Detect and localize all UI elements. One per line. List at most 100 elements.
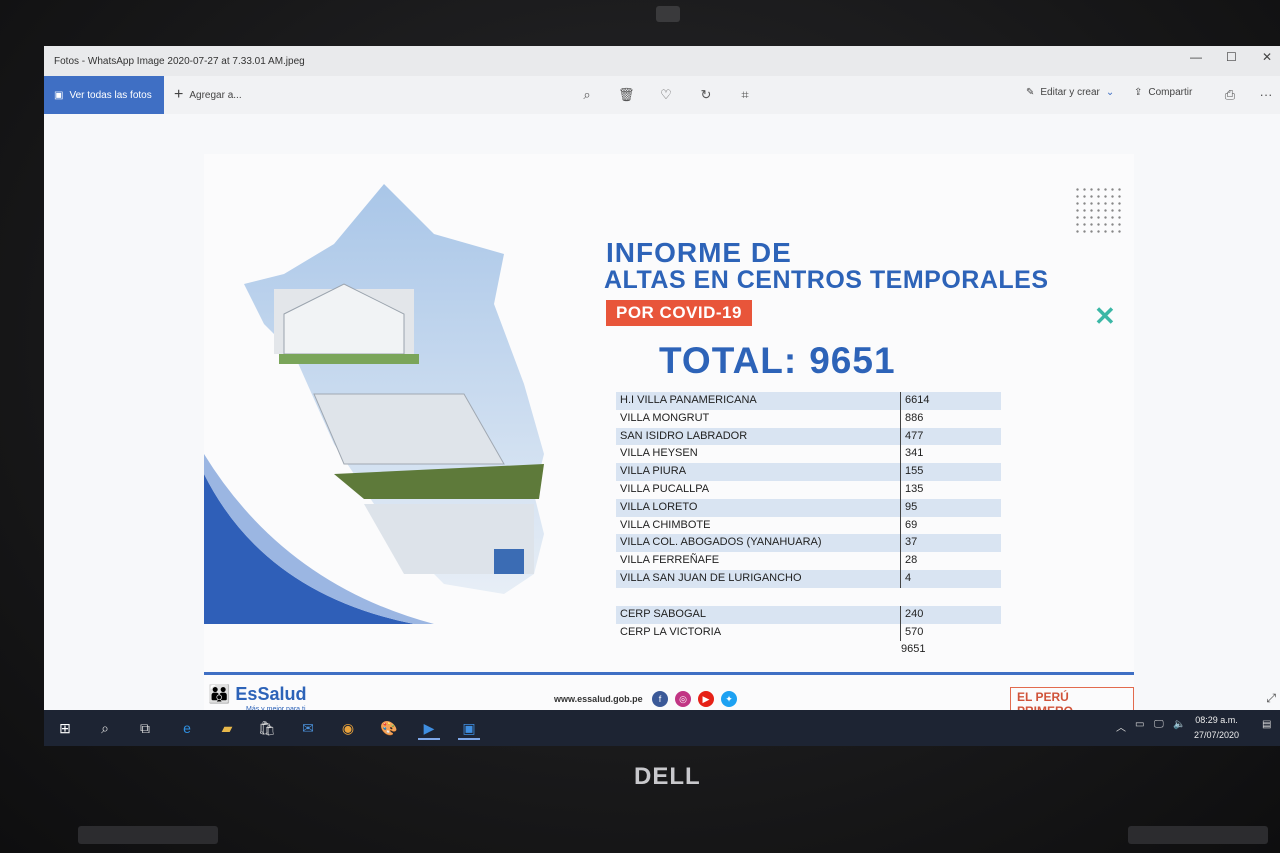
clock-time: 08:29 a.m. bbox=[1195, 715, 1238, 725]
covid-tag: POR COVID-19 bbox=[606, 300, 752, 326]
file-explorer-icon[interactable]: ▰ bbox=[216, 718, 238, 738]
window-title: Fotos - WhatsApp Image 2020-07-27 at 7.3… bbox=[54, 56, 305, 67]
row-value: 886 bbox=[900, 409, 923, 428]
maximize-button[interactable]: ☐ bbox=[1226, 50, 1237, 64]
video-app-icon[interactable]: ▶ bbox=[418, 718, 440, 740]
website: www.essalud.gob.pe bbox=[554, 694, 643, 704]
row-name: VILLA PIURA bbox=[620, 465, 687, 478]
discharges-table: H.I VILLA PANAMERICANA 6614 VILLA MONGRUT… bbox=[616, 392, 1001, 659]
task-view-icon[interactable]: ⧉ bbox=[134, 718, 156, 738]
zoom-icon[interactable]: ⌕ bbox=[579, 87, 595, 103]
view-all-photos-label: Ver todas las fotos bbox=[69, 89, 152, 101]
edit-create-button[interactable]: ✎ Editar y crear ⌄ bbox=[1026, 87, 1114, 98]
table-sum: 9651 bbox=[901, 643, 926, 656]
print-icon[interactable]: ⎙ bbox=[1222, 87, 1238, 103]
row-value: 28 bbox=[900, 552, 917, 570]
edit-icon: ✎ bbox=[1026, 87, 1035, 98]
table-sum-row: 9651 bbox=[616, 641, 1001, 659]
row-value: 135 bbox=[900, 480, 923, 499]
table-row: VILLA CHIMBOTE 69 bbox=[616, 516, 1001, 535]
row-name: VILLA COL. ABOGADOS (YANAHUARA) bbox=[620, 536, 822, 549]
row-name: SAN ISIDRO LABRADOR bbox=[620, 429, 748, 442]
table-row: VILLA MONGRUT 886 bbox=[616, 409, 1001, 428]
total-value: 9651 bbox=[809, 340, 896, 381]
close-button[interactable]: ✕ bbox=[1262, 50, 1272, 64]
row-value: 155 bbox=[900, 463, 923, 481]
instagram-icon: ◎ bbox=[675, 691, 691, 707]
view-all-photos-button[interactable]: ▣ Ver todas las fotos bbox=[44, 76, 164, 114]
windows-start-icon[interactable]: ⊞ bbox=[54, 718, 76, 738]
dell-logo: DELL bbox=[634, 763, 701, 790]
photos-icon: ▣ bbox=[54, 89, 64, 101]
table-row: CERP LA VICTORIA 570 bbox=[616, 623, 1001, 642]
decorative-cross-icon: ✕ bbox=[1094, 301, 1116, 331]
screen: Fotos - WhatsApp Image 2020-07-27 at 7.3… bbox=[44, 46, 1280, 746]
minimize-button[interactable]: — bbox=[1190, 50, 1202, 64]
total: TOTAL: 9651 bbox=[659, 340, 896, 382]
decorative-dots bbox=[1074, 186, 1124, 236]
table-row: VILLA SAN JUAN DE LURIGANCHO 4 bbox=[616, 569, 1001, 588]
row-value: 69 bbox=[900, 516, 917, 535]
row-name: VILLA CHIMBOTE bbox=[620, 518, 711, 531]
row-name: VILLA FERREÑAFE bbox=[620, 554, 720, 567]
hinge-left bbox=[78, 826, 218, 844]
search-icon[interactable]: ⌕ bbox=[94, 718, 116, 738]
battery-icon[interactable]: ▭ bbox=[1135, 719, 1144, 730]
row-value: 4 bbox=[900, 569, 911, 588]
facebook-icon: f bbox=[652, 691, 668, 707]
favorite-icon[interactable]: ♡ bbox=[658, 87, 674, 103]
heading-line-1: INFORME DE bbox=[606, 237, 792, 268]
webcam bbox=[656, 6, 680, 22]
crop-icon[interactable]: ⌗ bbox=[737, 87, 753, 103]
row-name: H.I VILLA PANAMERICANA bbox=[620, 394, 757, 406]
toolbar: ▣ Ver todas las fotos + Agregar a... ⌕ 🗑… bbox=[44, 76, 1280, 114]
share-icon: ⇪ bbox=[1134, 87, 1143, 98]
row-value: 37 bbox=[900, 534, 917, 553]
peru-map-collage bbox=[204, 184, 544, 624]
tray-chevron-icon[interactable]: ︿ bbox=[1116, 719, 1126, 734]
table-row: VILLA HEYSEN 341 bbox=[616, 445, 1001, 464]
row-name: VILLA PUCALLPA bbox=[620, 482, 710, 495]
notifications-icon[interactable]: ▤ bbox=[1262, 719, 1271, 730]
row-value: 240 bbox=[900, 605, 923, 624]
network-icon[interactable]: 🖵 bbox=[1154, 719, 1164, 730]
brand-name: EsSalud bbox=[235, 684, 307, 704]
row-name: VILLA SAN JUAN DE LURIGANCHO bbox=[620, 571, 802, 584]
add-to-button[interactable]: + Agregar a... bbox=[174, 76, 242, 114]
photos-app-icon[interactable]: ▣ bbox=[458, 718, 480, 740]
share-button[interactable]: ⇪ Compartir bbox=[1134, 87, 1192, 98]
infographic-image: ✕ INFORME DE ALTAS EN CENTROS TEMPORALES… bbox=[204, 154, 1134, 729]
clock[interactable]: 08:29 a.m. 27/07/2020 bbox=[1194, 713, 1239, 743]
mail-icon[interactable]: ✉ bbox=[297, 718, 319, 738]
row-value: 95 bbox=[900, 498, 917, 517]
heading-line-2: ALTAS EN CENTROS TEMPORALES bbox=[604, 266, 1049, 294]
delete-icon[interactable]: 🗑 bbox=[618, 87, 635, 103]
youtube-icon: ▶ bbox=[698, 691, 714, 707]
chrome-icon[interactable]: ◉ bbox=[337, 718, 359, 738]
chevron-down-icon: ⌄ bbox=[1105, 87, 1115, 98]
essalud-logo: 👪 EsSalud bbox=[208, 684, 307, 704]
more-button[interactable]: ··· bbox=[1258, 87, 1274, 103]
row-name: VILLA LORETO bbox=[620, 500, 698, 513]
row-name: CERP LA VICTORIA bbox=[620, 625, 722, 638]
title-bar: Fotos - WhatsApp Image 2020-07-27 at 7.3… bbox=[44, 46, 1280, 76]
photo-viewer: ✕ INFORME DE ALTAS EN CENTROS TEMPORALES… bbox=[44, 114, 1280, 729]
taskbar: ⊞ ⌕ ⧉ e ▰ 🛍 ✉ ◉ 🎨 ▶ ▣ ︿ ▭ 🖵 🔈 08:29 a.m.… bbox=[44, 710, 1280, 746]
hinge-right bbox=[1128, 826, 1268, 844]
row-value: 6614 bbox=[900, 392, 929, 410]
table-row: SAN ISIDRO LABRADOR 477 bbox=[616, 427, 1001, 446]
twitter-icon: ✦ bbox=[721, 691, 737, 707]
table-row: H.I VILLA PANAMERICANA 6614 bbox=[616, 392, 1001, 410]
edge-icon[interactable]: e bbox=[176, 718, 198, 738]
table-row: VILLA FERREÑAFE 28 bbox=[616, 552, 1001, 570]
edit-create-label: Editar y crear bbox=[1040, 87, 1100, 98]
row-value: 477 bbox=[900, 427, 923, 446]
store-icon[interactable]: 🛍 bbox=[256, 718, 278, 738]
paint-icon[interactable]: 🎨 bbox=[378, 718, 400, 738]
bottom-divider bbox=[204, 672, 1134, 675]
rotate-icon[interactable]: ↻ bbox=[698, 87, 714, 103]
volume-icon[interactable]: 🔈 bbox=[1173, 719, 1185, 730]
expand-icon[interactable]: ⤢ bbox=[1266, 691, 1276, 706]
plus-icon: + bbox=[174, 86, 184, 103]
total-label: TOTAL: bbox=[659, 340, 798, 381]
